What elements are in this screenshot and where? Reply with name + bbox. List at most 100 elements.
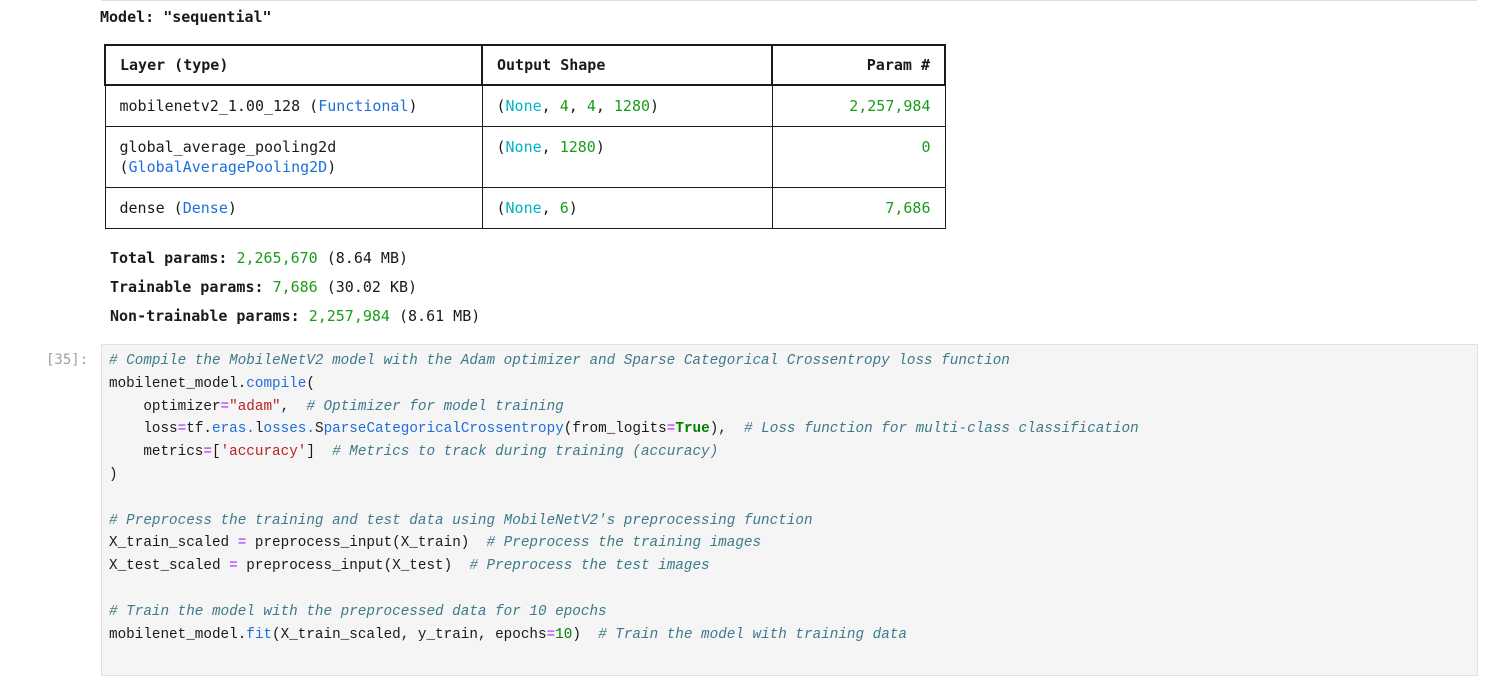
header-layer-type: Layer (type) xyxy=(104,44,483,86)
code-line: X_train_scaled = preprocess_input(X_trai… xyxy=(109,532,1139,555)
execution-count-prompt: [35]: xyxy=(46,352,89,368)
total-params-size: (8.64 MB) xyxy=(326,249,409,267)
code-segment: eras. xyxy=(211,421,255,438)
param-count: 0 xyxy=(771,126,946,188)
code-segment: osses. xyxy=(263,421,315,438)
model-summary-table: Layer (type) Output Shape Param # mobile… xyxy=(104,44,946,229)
layer-type: GlobalAveragePooling2D xyxy=(128,158,328,176)
code-segment: mobilenet_model. xyxy=(109,375,247,392)
code-segment: tf. xyxy=(186,421,212,438)
shape-batch: None xyxy=(505,138,542,156)
shape-dim: 1280 xyxy=(559,138,596,156)
code-segment: (from_logits xyxy=(563,421,667,438)
code-segment: fit xyxy=(246,626,273,643)
total-params-label: Total params: xyxy=(110,249,228,267)
trainable-params-label: Trainable params: xyxy=(110,278,264,296)
shape-batch: None xyxy=(505,199,542,217)
code-segment: # Metrics to track during training (accu… xyxy=(332,444,719,461)
code-segment: = xyxy=(177,421,187,438)
code-line: # Preprocess the training and test data … xyxy=(109,512,813,529)
code-segment: , xyxy=(280,398,307,415)
layer-cell: dense (Dense) xyxy=(104,187,483,229)
shape-dim: 6 xyxy=(559,199,569,217)
code-segment: metrics xyxy=(109,444,204,461)
shape-dim: 4 xyxy=(586,97,596,115)
layer-cell: mobilenetv2_1.00_128 (Functional) xyxy=(104,84,483,127)
header-param-count: Param # xyxy=(771,44,946,86)
code-segment: ) xyxy=(572,626,599,643)
nontrainable-params-line: Non-trainable params: 2,257,984 (8.61 MB… xyxy=(110,302,480,331)
code-segment: # Train the model with training data xyxy=(598,626,907,643)
layer-cell: global_average_pooling2d (GlobalAveragePo… xyxy=(104,126,483,188)
code-line: mobilenet_model.compile( xyxy=(109,373,1139,396)
shape-dim: 1280 xyxy=(613,97,651,115)
layer-name: dense xyxy=(119,199,165,217)
trainable-params-size: (30.02 KB) xyxy=(326,278,418,296)
layer-name: mobilenetv2_1.00_128 xyxy=(119,97,301,115)
code-segment: "adam" xyxy=(229,398,281,415)
table-row: global_average_pooling2d (GlobalAveragePo… xyxy=(104,126,946,188)
code-segment: # Preprocess the test images xyxy=(469,558,710,575)
code-line: # Train the model with the preprocessed … xyxy=(109,603,607,620)
table-header-row: Layer (type) Output Shape Param # xyxy=(104,44,946,86)
code-segment: = xyxy=(220,398,230,415)
output-top-divider xyxy=(101,0,1477,1)
code-segment: preprocess_input(X_test) xyxy=(237,558,470,575)
code-segment: preprocess_input(X_train) xyxy=(246,535,487,552)
layer-type: Dense xyxy=(182,199,228,217)
table-row: mobilenetv2_1.00_128 (Functional) (None,… xyxy=(104,84,946,127)
header-output-shape: Output Shape xyxy=(481,44,773,86)
code-segment: # Loss function for multi-class classifi… xyxy=(744,421,1139,438)
code-segment: ), xyxy=(709,421,745,438)
code-segment: X_test_scaled xyxy=(109,558,230,575)
total-params-value: 2,265,670 xyxy=(236,249,318,267)
code-segment: = xyxy=(546,626,556,643)
code-segment: optimizer xyxy=(109,398,221,415)
code-segment: = xyxy=(237,535,247,552)
shape-cell: (None, 6) xyxy=(481,187,773,229)
code-segment: 10 xyxy=(555,626,573,643)
code-segment: = xyxy=(203,444,212,461)
code-segment: [ xyxy=(211,444,221,461)
nontrainable-params-label: Non-trainable params: xyxy=(110,307,300,325)
code-segment: mobilenet_model. xyxy=(109,626,247,643)
table-row: dense (Dense) (None, 6) 7,686 xyxy=(104,187,946,229)
layer-name: global_average_pooling2d xyxy=(119,138,337,156)
code-line: mobilenet_model.fit(X_train_scaled, y_tr… xyxy=(109,624,1139,647)
code-segment: (X_train_scaled, y_train, epochs xyxy=(272,626,547,643)
code-segment: parseCategoricalCrossentropy xyxy=(323,421,564,438)
model-title: Model: "sequential" xyxy=(100,8,272,26)
code-segment: 'accuracy' xyxy=(220,444,307,461)
code-segment: True xyxy=(675,421,710,438)
shape-cell: (None, 4, 4, 1280) xyxy=(481,84,773,127)
shape-batch: None xyxy=(505,97,542,115)
code-segment: ( xyxy=(306,375,315,392)
param-count: 2,257,984 xyxy=(771,84,946,127)
nontrainable-params-size: (8.61 MB) xyxy=(399,307,481,325)
layer-type: Functional xyxy=(318,97,409,115)
shape-dim: 4 xyxy=(559,97,569,115)
code-segment: = xyxy=(229,558,238,575)
total-params-line: Total params: 2,265,670 (8.64 MB) xyxy=(110,244,480,273)
param-count: 7,686 xyxy=(771,187,946,229)
code-segment: # Preprocess the training images xyxy=(486,535,762,552)
code-segment: # Optimizer for model training xyxy=(306,398,564,415)
code-line: # Compile the MobileNetV2 model with the… xyxy=(109,353,1010,369)
param-summary: Total params: 2,265,670 (8.64 MB) Traina… xyxy=(110,244,480,331)
shape-cell: (None, 1280) xyxy=(481,126,773,188)
trainable-params-value: 7,686 xyxy=(272,278,318,296)
code-line: loss=tf.eras.losses.SparseCategoricalCro… xyxy=(109,418,1139,441)
code-line: ) xyxy=(109,466,118,483)
code-block[interactable]: # Compile the MobileNetV2 model with the… xyxy=(109,350,1139,646)
code-segment: loss xyxy=(109,421,178,438)
code-segment: ] xyxy=(306,444,333,461)
trainable-params-line: Trainable params: 7,686 (30.02 KB) xyxy=(110,273,480,302)
code-line: metrics=['accuracy'] # Metrics to track … xyxy=(109,441,1139,464)
code-line: optimizer="adam", # Optimizer for model … xyxy=(109,396,1139,419)
code-line: X_test_scaled = preprocess_input(X_test)… xyxy=(109,555,1139,578)
nontrainable-params-value: 2,257,984 xyxy=(308,307,390,325)
code-segment: X_train_scaled xyxy=(109,535,238,552)
code-segment: compile xyxy=(246,375,307,392)
